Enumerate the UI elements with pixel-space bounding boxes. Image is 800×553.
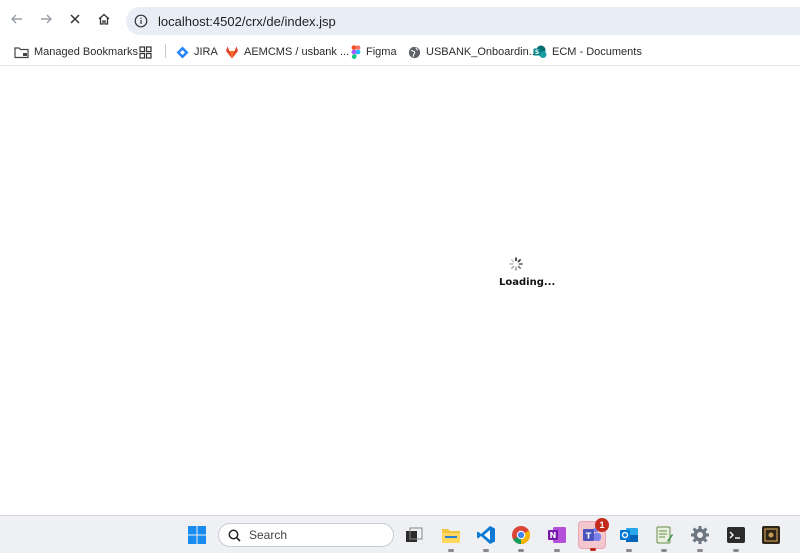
bookmark-label: ECM - Documents bbox=[552, 46, 642, 58]
bookmark-label: JIRA bbox=[194, 46, 218, 58]
outlook-icon bbox=[620, 528, 638, 542]
stop-button[interactable] bbox=[65, 9, 85, 29]
taskbar: Search N T 1 bbox=[0, 515, 800, 553]
outlook-button[interactable] bbox=[615, 521, 643, 552]
gear-icon bbox=[691, 526, 709, 544]
chrome-button[interactable] bbox=[507, 521, 535, 552]
home-icon bbox=[98, 13, 110, 25]
running-indicator bbox=[448, 549, 454, 552]
close-icon bbox=[70, 14, 80, 24]
figma-icon bbox=[351, 45, 361, 59]
managed-bookmarks-folder[interactable]: Managed Bookmarks bbox=[14, 43, 138, 61]
browser-toolbar: localhost:4502/crx/de/index.jsp bbox=[0, 0, 800, 38]
bookmarks-separator bbox=[165, 44, 166, 58]
onenote-button[interactable]: N bbox=[543, 521, 571, 552]
onenote-icon: N bbox=[548, 527, 566, 543]
arrow-right-icon bbox=[41, 14, 52, 24]
task-view-icon bbox=[406, 527, 423, 542]
bookmark-label: AEMCMS / usbank ... bbox=[244, 46, 350, 58]
file-explorer-icon bbox=[442, 529, 460, 543]
terminal-icon bbox=[727, 527, 745, 543]
notepad-button[interactable] bbox=[650, 521, 678, 552]
bookmark-usbank-onboarding[interactable]: USBANK_Onboardin... bbox=[408, 43, 538, 61]
bookmark-label: Figma bbox=[366, 46, 397, 58]
arrow-left-icon bbox=[11, 14, 22, 24]
running-indicator bbox=[661, 549, 667, 552]
gitlab-icon bbox=[226, 46, 238, 58]
running-indicator bbox=[518, 549, 524, 552]
address-bar[interactable]: localhost:4502/crx/de/index.jsp bbox=[126, 7, 800, 35]
notepad-icon bbox=[656, 526, 673, 544]
vscode-button[interactable] bbox=[472, 521, 500, 552]
folder-icon bbox=[14, 46, 29, 58]
home-button[interactable] bbox=[94, 9, 114, 29]
app-icon bbox=[762, 526, 780, 544]
chrome-icon bbox=[512, 526, 531, 544]
search-icon bbox=[228, 529, 241, 542]
bookmark-aemcms[interactable]: AEMCMS / usbank ... bbox=[225, 43, 349, 61]
search-label: Search bbox=[249, 528, 288, 542]
running-indicator bbox=[554, 549, 560, 552]
bookmark-ecm-documents[interactable]: S ECM - Documents bbox=[533, 43, 642, 61]
bookmark-jira[interactable]: JIRA bbox=[176, 43, 218, 61]
start-button[interactable] bbox=[183, 521, 211, 549]
file-explorer-button[interactable] bbox=[437, 521, 465, 552]
running-indicator bbox=[697, 549, 703, 552]
info-icon[interactable] bbox=[134, 14, 148, 28]
grid-icon bbox=[139, 45, 152, 59]
bookmark-label: USBANK_Onboardin... bbox=[426, 46, 538, 58]
page-content: Loading... bbox=[0, 67, 800, 515]
svg-text:N: N bbox=[550, 531, 557, 540]
taskbar-search[interactable]: Search bbox=[218, 523, 394, 547]
windows-start-icon bbox=[188, 526, 206, 544]
svg-text:T: T bbox=[586, 532, 592, 541]
running-indicator bbox=[733, 549, 739, 552]
forward-button[interactable] bbox=[36, 9, 56, 29]
terminal-button[interactable] bbox=[722, 521, 750, 552]
notification-badge: 1 bbox=[595, 518, 609, 532]
apps-button[interactable] bbox=[139, 43, 157, 61]
jira-icon bbox=[176, 46, 189, 58]
running-indicator bbox=[626, 549, 632, 552]
loading-text: Loading... bbox=[499, 277, 556, 288]
pinned-app-button[interactable] bbox=[757, 521, 785, 549]
address-url: localhost:4502/crx/de/index.jsp bbox=[158, 13, 336, 29]
back-button[interactable] bbox=[7, 9, 27, 29]
vscode-icon bbox=[477, 526, 495, 544]
managed-bookmarks-label: Managed Bookmarks bbox=[34, 46, 138, 58]
teams-button[interactable]: T 1 bbox=[578, 518, 609, 551]
loading-spinner-icon bbox=[509, 257, 523, 271]
sharepoint-icon: S bbox=[533, 45, 547, 58]
task-view-button[interactable] bbox=[400, 521, 428, 549]
running-indicator bbox=[590, 548, 596, 551]
globe-icon bbox=[408, 46, 421, 58]
svg-text:S: S bbox=[535, 49, 539, 56]
running-indicator bbox=[483, 549, 489, 552]
settings-button[interactable] bbox=[686, 521, 714, 552]
bookmark-figma[interactable]: Figma bbox=[351, 43, 397, 61]
